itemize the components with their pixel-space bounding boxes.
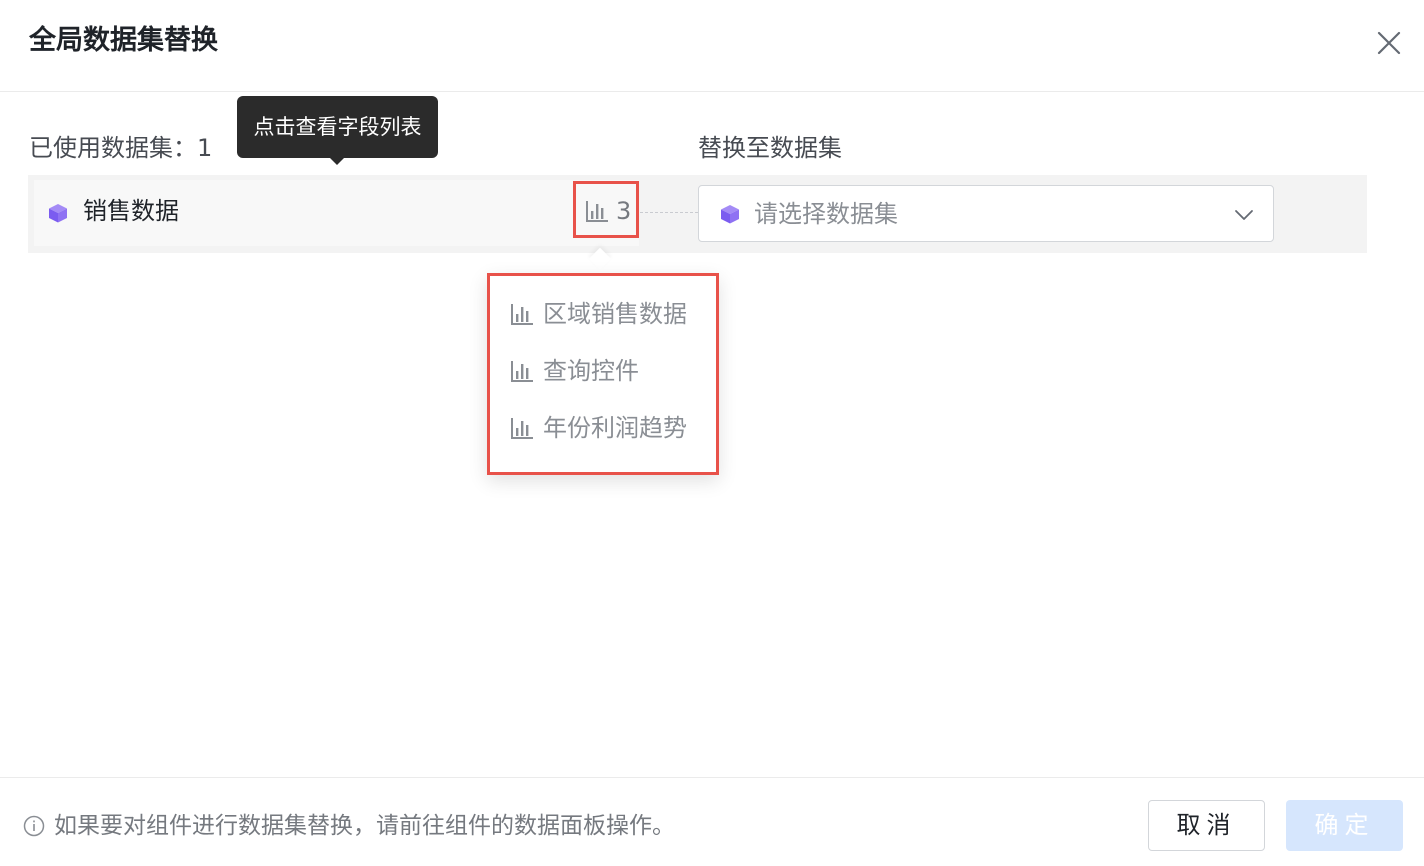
bar-chart-icon	[511, 304, 533, 325]
chart-count: 3	[616, 197, 632, 225]
cube-icon	[719, 203, 741, 225]
bar-chart-icon	[586, 201, 608, 222]
popover-item-label: 年份利润趋势	[543, 414, 687, 442]
replace-dataset-dialog: 全局数据集替换 已使用数据集：1 替换至数据集 销售数据 3 请选择数据集 点击…	[0, 0, 1424, 866]
connector-line	[640, 212, 698, 213]
select-placeholder: 请选择数据集	[754, 200, 898, 228]
cube-icon	[47, 202, 69, 224]
used-dataset-label: 已使用数据集：1	[29, 134, 213, 162]
popover-item-label: 区域销售数据	[543, 300, 687, 328]
confirm-button[interactable]: 确定	[1286, 800, 1403, 851]
popover-item[interactable]: 年份利润趋势	[510, 411, 687, 445]
dialog-header: 全局数据集替换	[0, 0, 1424, 92]
dialog-footer: 如果要对组件进行数据集替换，请前往组件的数据面板操作。 取消 确定	[0, 777, 1424, 866]
close-icon[interactable]	[1370, 24, 1408, 62]
tooltip: 点击查看字段列表	[237, 96, 438, 158]
dialog-title: 全局数据集替换	[29, 25, 218, 56]
target-dataset-label: 替换至数据集	[698, 134, 842, 162]
bar-chart-icon	[511, 361, 533, 382]
info-icon	[23, 815, 45, 837]
footer-note: 如果要对组件进行数据集替换，请前往组件的数据面板操作。	[54, 813, 675, 839]
popover-item[interactable]: 查询控件	[510, 354, 639, 388]
cancel-button[interactable]: 取消	[1148, 800, 1265, 851]
dataset-name: 销售数据	[83, 197, 179, 225]
tooltip-arrow	[329, 157, 345, 165]
dataset-select[interactable]: 请选择数据集	[698, 185, 1274, 242]
popover-item-label: 查询控件	[543, 357, 639, 385]
chevron-down-icon	[1235, 210, 1253, 220]
chart-count-button[interactable]: 3	[573, 181, 639, 238]
chart-list-popover: 区域销售数据 查询控件 年份利润趋势	[487, 273, 719, 475]
bar-chart-icon	[511, 418, 533, 439]
popover-item[interactable]: 区域销售数据	[510, 297, 687, 331]
